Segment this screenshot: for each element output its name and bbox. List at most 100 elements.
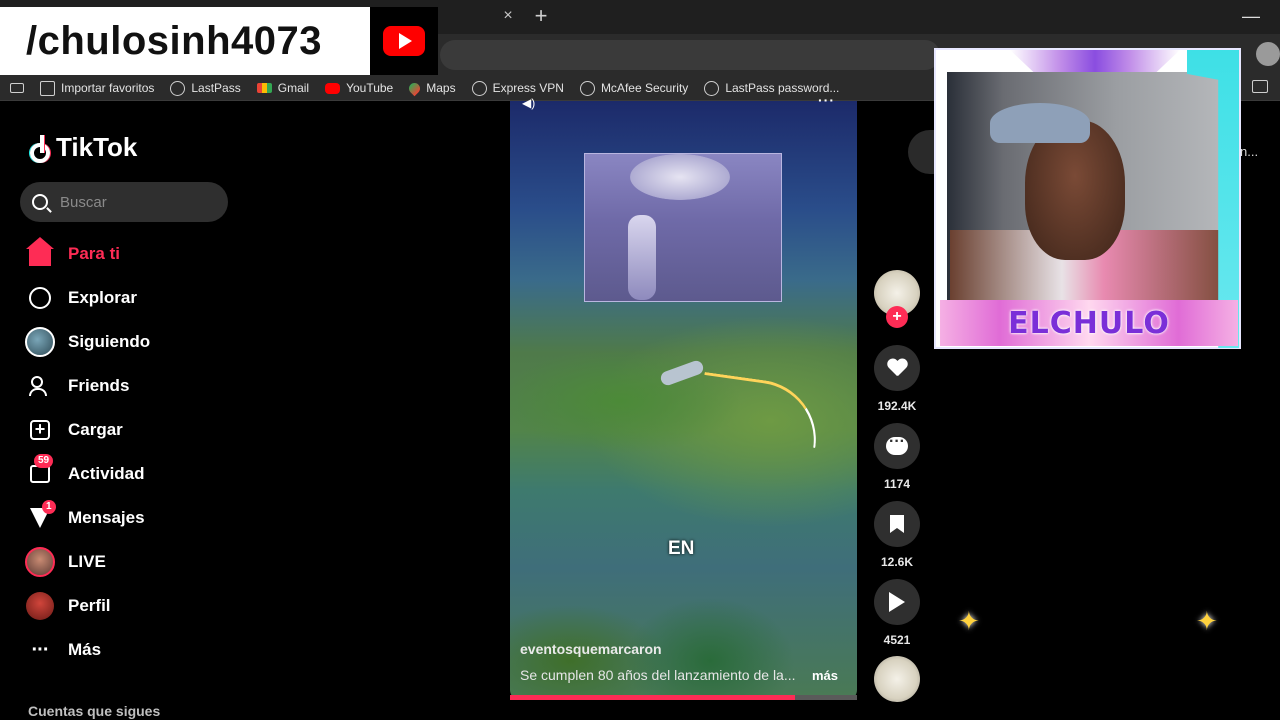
browser-profile-icon[interactable]: [1256, 42, 1280, 66]
nav-label: Explorar: [68, 288, 137, 307]
mushroom-cloud-stem: [628, 215, 656, 300]
nav-label: Friends: [68, 376, 130, 395]
nav-siguiendo[interactable]: Siguiendo: [24, 324, 224, 360]
video-caption: EN: [668, 538, 695, 559]
bookmark-gmail[interactable]: Gmail: [256, 81, 310, 95]
mushroom-cloud-cap: [630, 154, 730, 200]
follow-button[interactable]: +: [886, 306, 908, 328]
star-icon: ✦: [1196, 606, 1218, 636]
bookmark-label: Gmail: [277, 81, 310, 95]
gmail-icon: [256, 83, 272, 93]
nav-label: Mensajes: [68, 508, 145, 527]
nav-perfil[interactable]: Perfil: [24, 588, 224, 624]
video-options-icon[interactable]: ···: [818, 92, 835, 108]
search-icon[interactable]: [32, 194, 48, 210]
activity-icon: 59: [24, 454, 56, 490]
nav-live[interactable]: LIVE: [24, 544, 224, 580]
message-icon: 1: [24, 500, 56, 534]
nav-mensajes[interactable]: 1 Mensajes: [24, 500, 224, 536]
compass-icon: [24, 282, 56, 314]
video-username[interactable]: eventosquemarcaron: [520, 641, 662, 657]
right-partial-text: n...: [1240, 144, 1259, 159]
save-button[interactable]: [874, 501, 920, 547]
nav-label: Siguiendo: [68, 332, 151, 351]
play-icon: [399, 33, 412, 49]
more-link[interactable]: más: [812, 668, 838, 683]
search-input[interactable]: [60, 193, 210, 211]
youtube-icon: [325, 82, 341, 94]
webcam-name-banner: ✦ ELCHULO ✦: [940, 300, 1238, 636]
following-avatar-icon: [24, 326, 56, 358]
bookmark-label: Express VPN: [492, 81, 564, 95]
activity-badge: 59: [34, 454, 54, 468]
tab-close-icon[interactable]: ×: [498, 6, 518, 26]
bookmark-label: LastPass: [191, 81, 241, 95]
globe-icon: [579, 80, 595, 96]
nav-label: Más: [68, 640, 102, 659]
bookmark-maps[interactable]: Maps: [406, 80, 456, 96]
globe-icon: [170, 80, 186, 96]
bookmark-label: Importar favoritos: [61, 81, 155, 95]
share-button[interactable]: [874, 579, 920, 625]
webcam-person-cap: [990, 103, 1090, 143]
nav-explorar[interactable]: Explorar: [24, 280, 224, 316]
bookmark-icon: [890, 515, 904, 533]
bookmarks-folder-icon[interactable]: [1252, 80, 1268, 93]
nav-mas[interactable]: ··· Más: [24, 632, 224, 668]
like-button[interactable]: [874, 345, 920, 391]
video-description: Se cumplen 80 años del lanzamiento de la…: [520, 667, 796, 683]
upload-icon: +: [24, 414, 56, 446]
more-icon: ···: [31, 639, 50, 661]
star-icon: ✦: [958, 606, 980, 636]
channel-handle-overlay: /chulosinh4073: [0, 7, 370, 75]
profile-avatar-icon: [24, 590, 56, 622]
nav-para-ti[interactable]: Para ti: [24, 236, 224, 272]
nav-label: Perfil: [68, 596, 111, 615]
heart-icon: [887, 359, 907, 377]
nav-label: Cargar: [68, 420, 123, 439]
nav-label: Para ti: [68, 244, 120, 263]
bookmark-label: YouTube: [346, 81, 394, 95]
bookmark-mcafee[interactable]: McAfee Security: [579, 80, 689, 96]
friends-icon: [24, 370, 56, 402]
search-box[interactable]: [20, 182, 228, 222]
import-icon: [40, 80, 55, 96]
nav-label: LIVE: [68, 552, 106, 571]
nav-label: Actividad: [68, 464, 145, 483]
bookmark-express-vpn[interactable]: Express VPN: [471, 80, 564, 96]
home-icon: [24, 237, 56, 270]
share-count: 4521: [883, 633, 911, 647]
tiktok-note-icon: [28, 133, 50, 163]
bookmark-label: McAfee Security: [600, 81, 689, 95]
bookmark-label: Maps: [426, 81, 456, 95]
maps-icon: [406, 80, 423, 96]
new-tab-button[interactable]: +: [530, 4, 552, 28]
minimize-window-button[interactable]: —: [1240, 5, 1262, 27]
nav-actividad[interactable]: 59 Actividad: [24, 454, 224, 492]
globe-icon: [704, 80, 720, 96]
nav-friends[interactable]: Friends: [24, 368, 224, 404]
like-count: 192.4K: [877, 399, 917, 413]
volume-icon[interactable]: ◀): [522, 96, 542, 110]
address-bar[interactable]: [440, 40, 940, 70]
messages-badge: 1: [42, 500, 56, 514]
comment-count: 1174: [883, 477, 911, 491]
live-avatar-icon: [24, 546, 56, 578]
tiktok-logo[interactable]: TikTok: [28, 130, 137, 164]
webcam-frame-decoration: [1010, 50, 1180, 74]
comment-icon: [886, 433, 908, 455]
comment-button[interactable]: [874, 423, 920, 469]
nav-cargar[interactable]: + Cargar: [24, 412, 224, 448]
save-count: 12.6K: [880, 555, 914, 569]
video-progress-fill: [510, 695, 795, 700]
following-accounts-heading: Cuentas que sigues: [28, 703, 161, 719]
bookmark-youtube[interactable]: YouTube: [325, 81, 393, 95]
share-icon: [889, 592, 905, 612]
webcam-banner-text: ELCHULO: [1008, 305, 1170, 341]
bookmark-lastpass[interactable]: LastPass: [170, 80, 241, 96]
globe-icon: [471, 80, 487, 96]
bookmark-import[interactable]: Importar favoritos: [40, 80, 155, 96]
bookmarks-menu-icon[interactable]: [10, 83, 24, 93]
music-disc-icon[interactable]: [874, 656, 920, 702]
logo-text: TikTok: [56, 131, 138, 162]
